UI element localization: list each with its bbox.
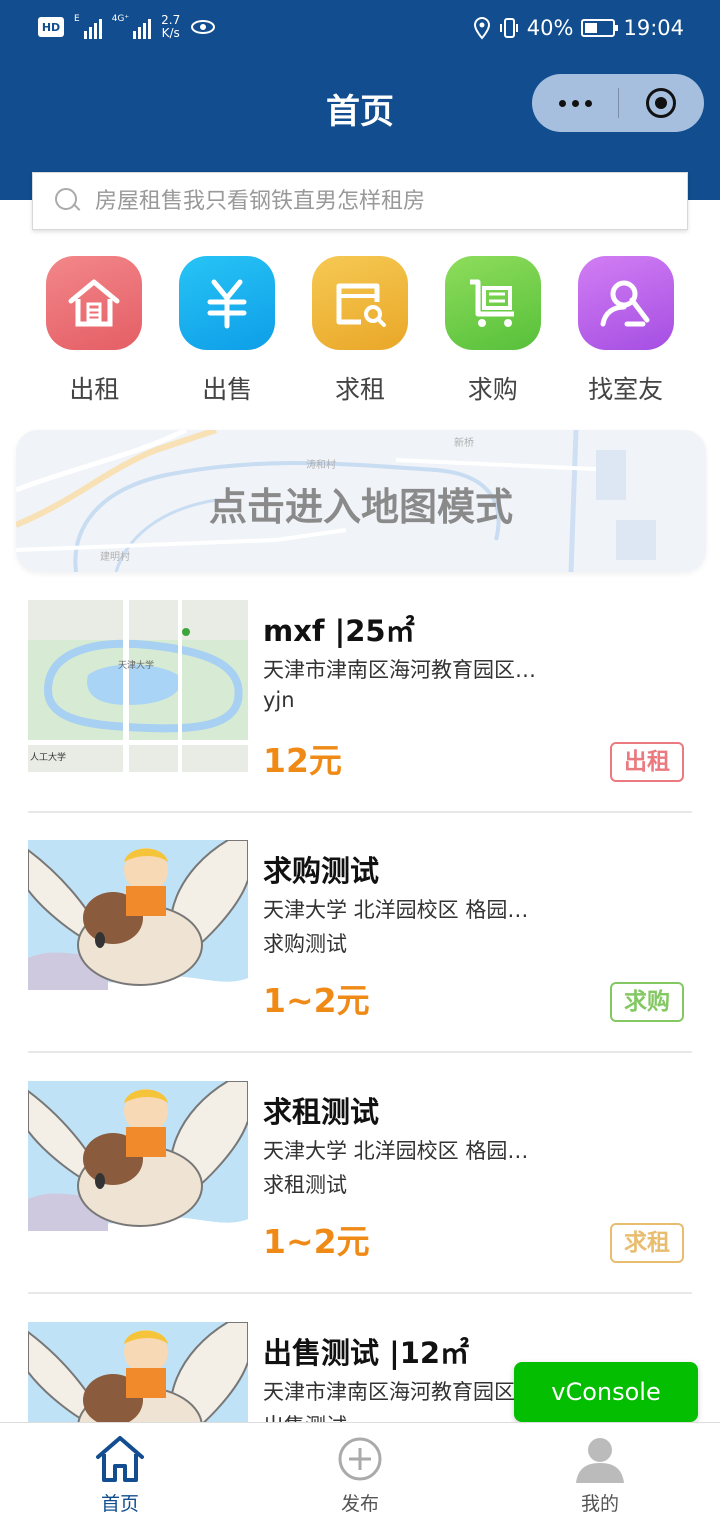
category-label: 出售 xyxy=(202,375,253,404)
battery-percent: 40% xyxy=(526,16,574,40)
battery-icon xyxy=(581,19,619,37)
search-icon xyxy=(53,186,83,216)
eye-icon xyxy=(191,20,216,34)
svg-text:人工大学: 人工大学 xyxy=(30,751,66,763)
network-speed: 2.7 K/s xyxy=(161,13,181,40)
status-bar: HD E 4G⁺ 2.7 K/s 40% 19:04 xyxy=(0,0,720,62)
listing-note: yjn xyxy=(263,688,295,712)
tab-label: 首页 xyxy=(100,1493,139,1515)
mini-program-capsule xyxy=(532,74,704,132)
tab-label: 我的 xyxy=(580,1493,619,1515)
search-card-icon xyxy=(311,256,408,350)
category-label: 求租 xyxy=(334,375,385,404)
category-label: 求购 xyxy=(467,375,518,404)
listing-note: 求购测试 xyxy=(263,932,347,956)
listing-title: 求租测试 xyxy=(263,1095,380,1129)
category-label: 出租 xyxy=(69,375,120,404)
list-item[interactable]: 求租测试 天津大学 北洋园校区 格园… 求租测试 1~2元 求租 xyxy=(28,1081,692,1263)
listing-address: 天津大学 北洋园校区 格园… xyxy=(263,898,529,922)
listing-price: 1~2元 xyxy=(263,1222,370,1261)
map-mode-label: 点击进入地图模式 xyxy=(208,485,513,529)
map-label: 建明村 xyxy=(100,550,130,563)
divider xyxy=(28,811,692,813)
category-sell[interactable]: 出售 xyxy=(161,256,294,406)
category-seek-buy[interactable]: 求购 xyxy=(426,256,559,406)
listing-tag: 出租 xyxy=(610,742,684,782)
map-label: 新桥 xyxy=(454,436,474,449)
map-label: 涛和村 xyxy=(306,458,336,471)
tab-bar: 首页 发布 我的 xyxy=(0,1422,720,1520)
users-icon xyxy=(577,256,674,350)
tab-publish[interactable]: 发布 xyxy=(240,1423,480,1520)
list-item[interactable]: 求购测试 天津大学 北洋园校区 格园… 求购测试 1~2元 求购 xyxy=(28,840,692,1022)
category-roommate[interactable]: 找室友 xyxy=(559,256,692,406)
listing-title: 出售测试 |12㎡ xyxy=(263,1336,470,1370)
bird-illustration xyxy=(28,840,248,1012)
list-item[interactable]: 天津大学 人工大学 mxf |25㎡ 天津市津南区海河教育园区… yjn 12元… xyxy=(28,600,692,782)
map-thumbnail: 天津大学 人工大学 xyxy=(28,600,248,772)
category-seek-rent[interactable]: 求租 xyxy=(294,256,427,406)
signal-icon: 4G⁺ xyxy=(112,15,152,39)
cart-icon xyxy=(444,256,541,350)
header-bar: HD E 4G⁺ 2.7 K/s 40% 19:04 首页 xyxy=(0,0,720,200)
vibrate-icon xyxy=(499,18,518,38)
location-icon xyxy=(473,16,490,40)
divider xyxy=(28,1292,692,1294)
divider xyxy=(28,1051,692,1053)
listing-note: 出售测试 xyxy=(263,1410,347,1422)
plus-circle-icon xyxy=(338,1437,382,1481)
category-rent[interactable]: 出租 xyxy=(28,256,161,406)
category-row: 出租 出售 求租 求购 找室友 xyxy=(28,256,692,406)
bird-illustration xyxy=(28,1322,248,1422)
capsule-divider xyxy=(618,88,619,118)
person-icon xyxy=(576,1438,624,1483)
listing-title: 求购测试 xyxy=(263,854,380,888)
category-label: 找室友 xyxy=(588,375,664,404)
svg-text:天津大学: 天津大学 xyxy=(118,659,154,671)
yuan-icon xyxy=(179,256,276,350)
listing-note: 求租测试 xyxy=(263,1173,347,1197)
home-icon xyxy=(96,1436,144,1482)
search-bar[interactable] xyxy=(32,172,688,230)
map-mode-banner[interactable]: 涛和村 新桥 建明村 点击进入地图模式 xyxy=(16,430,706,572)
search-input[interactable] xyxy=(95,188,687,214)
more-button[interactable] xyxy=(532,74,618,132)
listing-title: mxf |25㎡ xyxy=(263,614,415,648)
close-button[interactable] xyxy=(646,88,676,118)
house-icon xyxy=(46,256,143,350)
vconsole-button[interactable]: vConsole xyxy=(514,1362,698,1422)
listing-tag: 求购 xyxy=(610,982,684,1022)
listing-tag: 求租 xyxy=(610,1223,684,1263)
listing-address: 天津大学 北洋园校区 格园… xyxy=(263,1139,529,1163)
signal-icon: E xyxy=(74,15,102,39)
tab-home[interactable]: 首页 xyxy=(0,1423,240,1520)
listing-price: 12元 xyxy=(263,741,342,780)
listing-address: 天津市津南区海河教育园区… xyxy=(263,658,536,682)
tab-mine[interactable]: 我的 xyxy=(480,1423,720,1520)
hd-badge: HD xyxy=(38,17,64,37)
listing-price: 1~2元 xyxy=(263,981,370,1020)
bird-illustration xyxy=(28,1081,248,1253)
tab-label: 发布 xyxy=(340,1493,379,1515)
clock: 19:04 xyxy=(623,16,684,40)
